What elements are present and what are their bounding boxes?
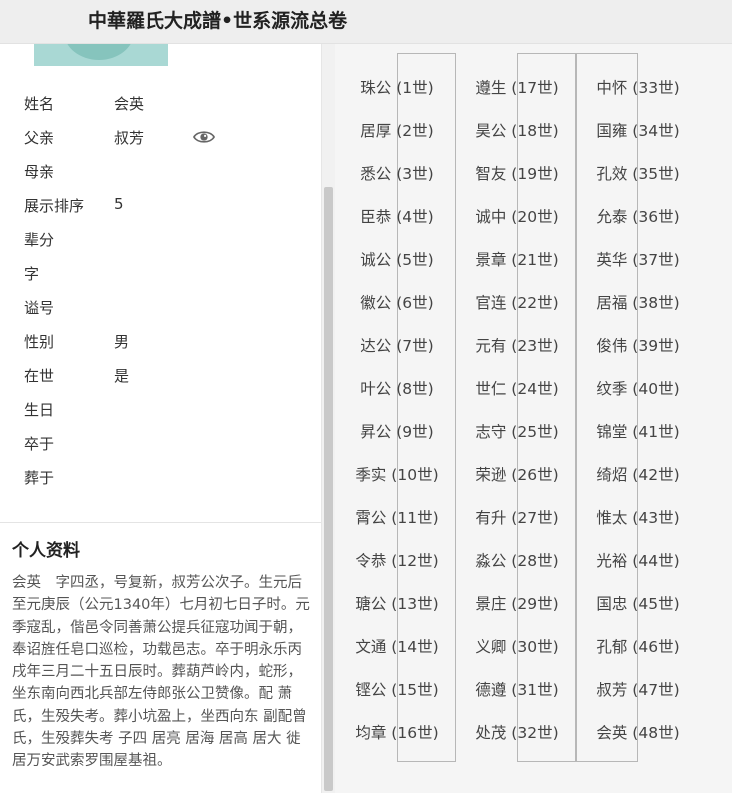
lineage-item[interactable]: 叔芳 (47世) (578, 678, 698, 702)
profile-field-row: 在世 是 (24, 365, 314, 387)
lineage-item[interactable]: 文通 (14世) (337, 635, 457, 659)
field-label: 辈分 (24, 231, 55, 249)
lineage-item[interactable]: 官连 (22世) (457, 291, 577, 315)
lineage-column: 珠公 (1世) 居厚 (2世) 悉公 (3世) 臣恭 (4世) 诚公 (5世) 徽公 (6… (337, 44, 457, 793)
lineage-item[interactable]: 荣逊 (26世) (457, 463, 577, 487)
profile-scrollbar[interactable] (321, 44, 335, 793)
lineage-item[interactable]: 铿公 (15世) (337, 678, 457, 702)
profile-panel: 姓名 会英父亲 叔芳母亲展示排序 5 辈分字谥号性别 男在世 是生日卒于葬于 个人资料 会英… (0, 44, 321, 793)
profile-field-row: 母亲 (24, 161, 314, 183)
lineage-item[interactable]: 俊伟 (39世) (578, 334, 698, 358)
lineage-item[interactable]: 珠公 (1世) (337, 76, 457, 100)
profile-field-row: 父亲 叔芳 (24, 127, 314, 149)
lineage-item[interactable]: 诚中 (20世) (457, 205, 577, 229)
field-label: 性别 (24, 333, 55, 351)
profile-field-row: 谥号 (24, 297, 314, 319)
field-label: 姓名 (24, 95, 55, 113)
lineage-item[interactable]: 景章 (21世) (457, 248, 577, 272)
field-label: 葬于 (24, 469, 55, 487)
lineage-item[interactable]: 诚公 (5世) (337, 248, 457, 272)
field-label: 母亲 (24, 163, 55, 181)
scrollbar-thumb[interactable] (324, 187, 333, 791)
lineage-item[interactable]: 纹季 (40世) (578, 377, 698, 401)
field-label: 生日 (24, 401, 55, 419)
lineage-item[interactable]: 悉公 (3世) (337, 162, 457, 186)
bio-title: 个人资料 (12, 541, 80, 561)
lineage-item[interactable]: 国雍 (34世) (578, 119, 698, 143)
lineage-item[interactable]: 智友 (19世) (457, 162, 577, 186)
profile-field-row: 葬于 (24, 467, 314, 489)
lineage-column: 中怀 (33世) 国雍 (34世) 孔效 (35世) 允泰 (36世) 英华 (37世)… (578, 44, 698, 793)
lineage-item[interactable]: 中怀 (33世) (578, 76, 698, 100)
field-value: 叔芳 (114, 129, 145, 147)
avatar (34, 44, 168, 66)
lineage-item[interactable]: 有升 (27世) (457, 506, 577, 530)
lineage-item[interactable]: 叶公 (8世) (337, 377, 457, 401)
field-label: 卒于 (24, 435, 55, 453)
field-label: 展示排序 (24, 197, 85, 215)
lineage-item[interactable]: 均章 (16世) (337, 721, 457, 745)
eye-icon[interactable] (193, 128, 215, 146)
page-header: 中華羅氏大成譜•世系源流总卷 (0, 0, 732, 44)
field-value: 男 (114, 333, 130, 351)
field-label: 谥号 (24, 299, 55, 317)
field-label: 字 (24, 265, 40, 283)
profile-field-row: 字 (24, 263, 314, 285)
lineage-item[interactable]: 臣恭 (4世) (337, 205, 457, 229)
lineage-item[interactable]: 达公 (7世) (337, 334, 457, 358)
lineage-item[interactable]: 令恭 (12世) (337, 549, 457, 573)
profile-field-row: 辈分 (24, 229, 314, 251)
profile-field-row: 展示排序 5 (24, 195, 314, 217)
page-title: 中華羅氏大成譜•世系源流总卷 (88, 10, 348, 32)
lineage-item[interactable]: 世仁 (24世) (457, 377, 577, 401)
field-value: 5 (114, 195, 124, 213)
lineage-item[interactable]: 瑭公 (13世) (337, 592, 457, 616)
profile-field-row: 卒于 (24, 433, 314, 455)
lineage-item[interactable]: 国忠 (45世) (578, 592, 698, 616)
lineage-item[interactable]: 处茂 (32世) (457, 721, 577, 745)
lineage-panel: 珠公 (1世) 居厚 (2世) 悉公 (3世) 臣恭 (4世) 诚公 (5世) 徽公 (6… (335, 44, 732, 793)
lineage-item[interactable]: 惟太 (43世) (578, 506, 698, 530)
field-value: 是 (114, 367, 130, 385)
bio-text: 会英 字四丞，号复新，叔芳公次子。生元后至元庚辰（公元1340年）七月初七日子时… (12, 575, 310, 770)
lineage-item[interactable]: 锦堂 (41世) (578, 420, 698, 444)
lineage-item[interactable]: 光裕 (44世) (578, 549, 698, 573)
avatar-image (64, 44, 134, 60)
divider (0, 522, 321, 523)
field-label: 父亲 (24, 129, 55, 147)
lineage-item[interactable]: 景庄 (29世) (457, 592, 577, 616)
lineage-item[interactable]: 徽公 (6世) (337, 291, 457, 315)
lineage-item[interactable]: 绮炤 (42世) (578, 463, 698, 487)
lineage-item[interactable]: 英华 (37世) (578, 248, 698, 272)
lineage-item[interactable]: 昇公 (9世) (337, 420, 457, 444)
lineage-item[interactable]: 居福 (38世) (578, 291, 698, 315)
lineage-item[interactable]: 德遵 (31世) (457, 678, 577, 702)
lineage-item[interactable]: 义卿 (30世) (457, 635, 577, 659)
lineage-item[interactable]: 志守 (25世) (457, 420, 577, 444)
lineage-item[interactable]: 孔郁 (46世) (578, 635, 698, 659)
lineage-item[interactable]: 昊公 (18世) (457, 119, 577, 143)
lineage-item[interactable]: 季实 (10世) (337, 463, 457, 487)
profile-field-row: 性别 男 (24, 331, 314, 353)
field-label: 在世 (24, 367, 55, 385)
lineage-item[interactable]: 孔效 (35世) (578, 162, 698, 186)
lineage-item[interactable]: 允泰 (36世) (578, 205, 698, 229)
lineage-item[interactable]: 居厚 (2世) (337, 119, 457, 143)
lineage-column: 遵生 (17世) 昊公 (18世) 智友 (19世) 诚中 (20世) 景章 (21世)… (457, 44, 577, 793)
lineage-item[interactable]: 淼公 (28世) (457, 549, 577, 573)
lineage-item[interactable]: 元有 (23世) (457, 334, 577, 358)
lineage-item[interactable]: 会英 (48世) (578, 721, 698, 745)
profile-field-row: 生日 (24, 399, 314, 421)
lineage-item[interactable]: 霄公 (11世) (337, 506, 457, 530)
lineage-item[interactable]: 遵生 (17世) (457, 76, 577, 100)
field-value: 会英 (114, 95, 145, 113)
profile-field-row: 姓名 会英 (24, 93, 314, 115)
